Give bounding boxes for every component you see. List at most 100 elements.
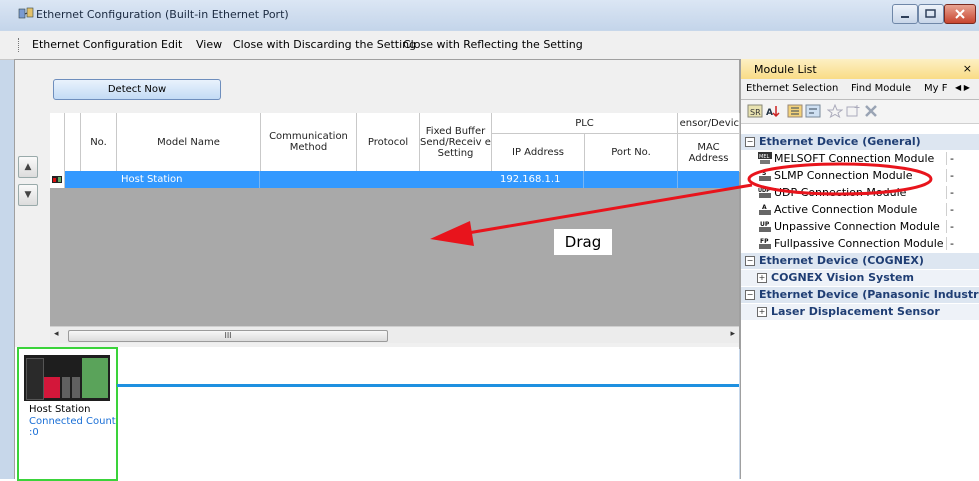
- scroll-right-icon[interactable]: ▸: [730, 329, 735, 339]
- header-ip-address[interactable]: IP Address: [492, 134, 585, 172]
- header-fixed-buffer[interactable]: Fixed Buffer Send/Receiv e Setting: [420, 113, 492, 172]
- menu-edit[interactable]: Edit: [161, 38, 182, 51]
- close-window-button[interactable]: [944, 4, 976, 24]
- sort-az-icon[interactable]: A: [765, 104, 781, 118]
- favorite-star-icon[interactable]: [827, 104, 843, 118]
- svg-text:MEL: MEL: [759, 154, 769, 160]
- header-protocol[interactable]: Protocol: [357, 113, 420, 172]
- menu-close-reflect[interactable]: Close with Reflecting the Setting: [403, 38, 583, 51]
- plc-icon: [52, 176, 62, 183]
- subcategory-label: Laser Displacement Sensor: [771, 305, 940, 318]
- module-value: -: [946, 152, 979, 165]
- expand-icon[interactable]: +: [757, 273, 767, 283]
- scroll-thumb[interactable]: III: [68, 330, 388, 342]
- module-label: UDP Connection Module: [774, 186, 907, 199]
- module-list-tabs: Ethernet Selection Find Module My F ◀ ▶: [741, 79, 979, 100]
- cell-ip-address[interactable]: 192.168.1.1: [492, 171, 584, 188]
- unpassive-module-icon: UP: [759, 221, 771, 232]
- menu-grip: [18, 38, 21, 52]
- module-list-toolbar: SR A: [741, 100, 979, 124]
- slmp-module-icon: S: [759, 170, 771, 181]
- tab-ethernet-selection[interactable]: Ethernet Selection: [746, 83, 838, 94]
- module-melsoft-connection[interactable]: MEL MELSOFT Connection Module -: [741, 151, 979, 167]
- module-value: -: [946, 220, 979, 233]
- add-favorite-icon[interactable]: [845, 104, 861, 118]
- module-label: Fullpassive Connection Module: [774, 237, 944, 250]
- svg-text:UP: UP: [760, 221, 770, 228]
- header-model-name[interactable]: Model Name: [117, 113, 261, 172]
- category-general[interactable]: − Ethernet Device (General): [741, 134, 979, 150]
- sort-category-icon[interactable]: SR: [747, 104, 763, 118]
- subcategory-cognex-vision[interactable]: + COGNEX Vision System: [741, 270, 979, 286]
- close-icon[interactable]: ×: [963, 62, 972, 75]
- module-list-pane: Module List × Ethernet Selection Find Mo…: [740, 59, 979, 479]
- tab-my-favorites[interactable]: My F: [924, 83, 947, 94]
- configuration-pane: Detect Now ▲ ▼ No. Model Name Communicat…: [14, 59, 740, 349]
- module-value: -: [946, 237, 979, 250]
- category-panasonic[interactable]: − Ethernet Device (Panasonic Industria: [741, 287, 979, 303]
- module-unpassive-connection[interactable]: UP Unpassive Connection Module -: [741, 219, 979, 235]
- module-active-connection[interactable]: A Active Connection Module -: [741, 202, 979, 218]
- header-port-no[interactable]: Port No.: [585, 134, 678, 172]
- cell-port-no[interactable]: [585, 171, 678, 188]
- fullpassive-module-icon: FP: [759, 238, 771, 249]
- host-station-label: Host Station: [29, 404, 91, 415]
- module-udp-connection[interactable]: UDP UDP Connection Module -: [741, 185, 979, 201]
- category-cognex[interactable]: − Ethernet Device (COGNEX): [741, 253, 979, 269]
- svg-text:S: S: [762, 170, 766, 177]
- collapse-tree-icon[interactable]: [805, 104, 821, 118]
- up-arrow-icon: ▲: [24, 162, 32, 172]
- collapse-icon[interactable]: −: [745, 137, 755, 147]
- module-fullpassive-connection[interactable]: FP Fullpassive Connection Module -: [741, 236, 979, 252]
- scroll-left-icon[interactable]: ◂: [54, 329, 59, 339]
- application-window: Ethernet Configuration (Built-in Etherne…: [0, 0, 979, 481]
- cell-model-name[interactable]: Host Station: [117, 171, 260, 188]
- subcategory-laser-sensor[interactable]: + Laser Displacement Sensor: [741, 304, 979, 320]
- svg-text:SR: SR: [750, 108, 761, 117]
- header-communication-method[interactable]: Communication Method: [261, 113, 357, 172]
- collapse-icon[interactable]: −: [745, 256, 755, 266]
- menu-close-discard[interactable]: Close with Discarding the Setting: [233, 38, 416, 51]
- module-label: MELSOFT Connection Module: [774, 152, 935, 165]
- header-mac-address[interactable]: MAC Address: [678, 134, 740, 172]
- module-value: -: [946, 203, 979, 216]
- move-down-button[interactable]: ▼: [18, 184, 38, 206]
- collapse-icon[interactable]: −: [745, 290, 755, 300]
- menu-ethernet-configuration[interactable]: Ethernet Configuration: [32, 38, 157, 51]
- tab-scroll-icon[interactable]: ◀ ▶: [955, 83, 970, 92]
- menu-bar: Ethernet Configuration Edit View Close w…: [0, 31, 979, 60]
- active-module-icon: A: [759, 204, 771, 215]
- host-station-node[interactable]: Host Station Connected Count :0: [17, 347, 118, 481]
- svg-text:A: A: [762, 204, 767, 211]
- move-up-button[interactable]: ▲: [18, 156, 38, 178]
- header-sensor-device: ensor/Devic: [678, 113, 740, 134]
- connected-count: Connected Count :0: [29, 416, 116, 438]
- title-bar: Ethernet Configuration (Built-in Etherne…: [0, 0, 979, 30]
- category-label: Ethernet Device (Panasonic Industria: [759, 288, 979, 301]
- module-list-title: Module List: [754, 63, 817, 76]
- maximize-button[interactable]: [918, 4, 944, 24]
- delete-icon[interactable]: [863, 104, 879, 118]
- header-plc: PLC: [492, 113, 678, 134]
- detect-now-button[interactable]: Detect Now: [53, 79, 221, 100]
- expand-tree-icon[interactable]: [787, 104, 803, 118]
- header-blank-col: [65, 113, 81, 172]
- tab-find-module[interactable]: Find Module: [851, 83, 911, 94]
- host-station-icon: [24, 355, 110, 401]
- minimize-button[interactable]: [892, 4, 918, 24]
- window-title: Ethernet Configuration (Built-in Etherne…: [36, 8, 289, 21]
- subcategory-label: COGNEX Vision System: [771, 271, 914, 284]
- horizontal-scrollbar[interactable]: ◂ III ▸: [50, 326, 739, 343]
- module-value: -: [946, 186, 979, 199]
- module-slmp-connection[interactable]: S SLMP Connection Module -: [741, 168, 979, 184]
- maximize-icon: [925, 9, 936, 18]
- header-icon-col: [50, 113, 65, 172]
- module-label: Unpassive Connection Module: [774, 220, 940, 233]
- expand-icon[interactable]: +: [757, 307, 767, 317]
- close-icon: [955, 9, 965, 19]
- svg-text:A: A: [766, 108, 773, 118]
- minimize-icon: [901, 16, 909, 18]
- menu-view[interactable]: View: [196, 38, 222, 51]
- header-no[interactable]: No.: [81, 113, 117, 172]
- module-value: -: [946, 169, 979, 182]
